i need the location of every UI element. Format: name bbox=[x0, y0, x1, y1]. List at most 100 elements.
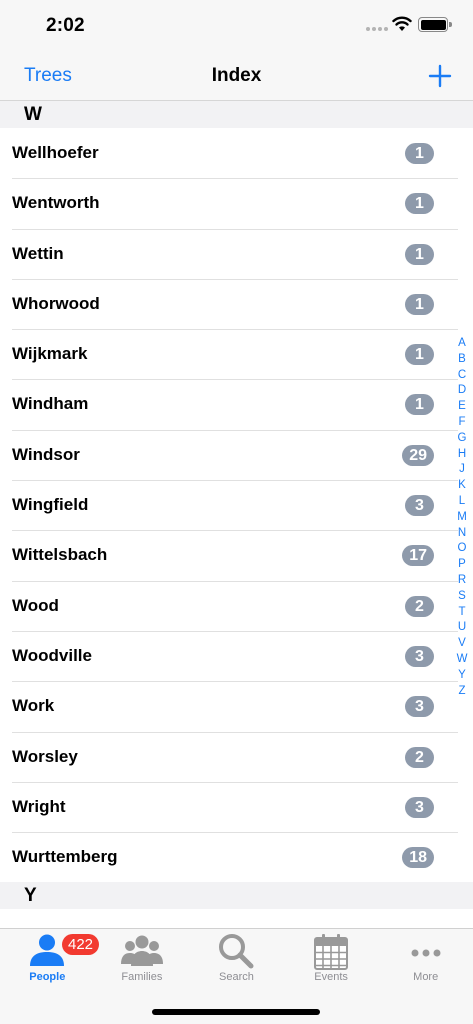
surname-row[interactable]: Whorwood 1 bbox=[0, 278, 473, 329]
tab-people[interactable]: 422 People bbox=[0, 929, 100, 989]
surname-row[interactable]: Wurttemberg 18 bbox=[0, 832, 473, 882]
surname-list[interactable]: W Wellhoefer 1 Wentworth 1 Wettin 1 Whorwood 1 Wi… bbox=[0, 101, 473, 928]
row-separator bbox=[12, 429, 458, 431]
count-badge: 3 bbox=[405, 696, 434, 718]
surname-label: Worsley bbox=[12, 746, 78, 766]
tab-more[interactable]: More bbox=[378, 929, 473, 989]
tab-label: People bbox=[29, 971, 66, 983]
index-letter[interactable]: C bbox=[458, 368, 466, 384]
row-separator bbox=[12, 832, 458, 834]
row-separator bbox=[12, 630, 458, 632]
count-badge: 3 bbox=[405, 796, 434, 818]
row-separator bbox=[12, 178, 458, 180]
surname-label: Whorwood bbox=[12, 293, 100, 313]
count-badge: 3 bbox=[405, 495, 434, 517]
index-letter[interactable]: K bbox=[458, 478, 466, 494]
search-icon bbox=[219, 934, 254, 969]
tab-search[interactable]: Search bbox=[189, 929, 284, 989]
row-separator bbox=[12, 681, 458, 683]
index-letter[interactable]: S bbox=[458, 589, 466, 605]
row-separator bbox=[12, 580, 458, 582]
tab-bar: 422 People Families Search Events More bbox=[0, 928, 473, 1024]
alphabet-index[interactable]: ABCDEFGHJKLMNOPRSTUVWYZ bbox=[454, 336, 470, 699]
index-letter[interactable]: D bbox=[458, 383, 466, 399]
index-letter[interactable]: A bbox=[458, 336, 466, 352]
index-letter[interactable]: T bbox=[458, 605, 465, 621]
tab-label: Search bbox=[219, 971, 254, 983]
surname-row[interactable]: Wijkmark 1 bbox=[0, 329, 473, 379]
surname-row[interactable]: Worsley 2 bbox=[0, 731, 473, 782]
calendar-icon bbox=[314, 934, 349, 970]
index-letter[interactable]: J bbox=[459, 462, 465, 478]
row-separator bbox=[12, 731, 458, 733]
status-time: 2:02 bbox=[46, 15, 85, 36]
surname-row[interactable]: Woodville 3 bbox=[0, 630, 473, 681]
battery-icon bbox=[418, 17, 452, 32]
index-letter[interactable]: F bbox=[458, 415, 465, 431]
index-letter[interactable]: P bbox=[458, 557, 466, 573]
index-letter[interactable]: W bbox=[457, 652, 468, 668]
index-letter[interactable]: G bbox=[458, 431, 467, 447]
more-dots-icon bbox=[411, 949, 441, 957]
count-badge: 29 bbox=[402, 444, 434, 466]
row-separator bbox=[12, 781, 458, 783]
surname-row[interactable]: Wingfield 3 bbox=[0, 480, 473, 530]
index-letter[interactable]: B bbox=[458, 352, 466, 368]
surname-row[interactable]: Wittelsbach 17 bbox=[0, 530, 473, 580]
surname-row[interactable]: Windsor 29 bbox=[0, 429, 473, 480]
page-title: Index bbox=[211, 65, 262, 86]
surname-label: Woodville bbox=[12, 645, 92, 665]
surname-label: Wingfield bbox=[12, 495, 89, 515]
section-header: Y bbox=[0, 882, 473, 910]
surname-label: Work bbox=[12, 696, 55, 716]
index-letter[interactable]: L bbox=[459, 494, 465, 510]
index-letter[interactable]: N bbox=[458, 526, 466, 542]
surname-row[interactable]: Wentworth 1 bbox=[0, 178, 473, 228]
index-letter[interactable]: Y bbox=[458, 668, 466, 684]
surname-row[interactable]: Wettin 1 bbox=[0, 228, 473, 279]
surname-label: Wettin bbox=[12, 243, 64, 263]
tab-label: Families bbox=[121, 971, 163, 983]
row-separator bbox=[12, 329, 458, 331]
count-badge: 1 bbox=[405, 193, 434, 215]
count-badge: 2 bbox=[405, 595, 434, 617]
index-letter[interactable]: H bbox=[458, 447, 466, 463]
row-separator bbox=[12, 278, 458, 280]
row-separator bbox=[12, 379, 458, 381]
count-badge: 18 bbox=[402, 847, 434, 869]
count-badge: 3 bbox=[405, 645, 434, 667]
surname-label: Wentworth bbox=[12, 193, 100, 213]
index-letter[interactable]: E bbox=[458, 399, 466, 415]
index-letter[interactable]: V bbox=[458, 636, 466, 652]
index-letter[interactable]: M bbox=[457, 510, 467, 526]
person-icon bbox=[30, 934, 65, 966]
index-letter[interactable]: Z bbox=[458, 684, 465, 700]
tab-label: More bbox=[413, 971, 439, 983]
surname-row[interactable]: Yardarch1 bbox=[0, 909, 473, 928]
navigation-bar: Trees Index bbox=[0, 52, 473, 101]
surname-label: Wellhoefer bbox=[12, 143, 99, 162]
row-separator bbox=[12, 228, 458, 230]
count-badge: 1 bbox=[405, 143, 434, 164]
surname-row[interactable]: Wright 3 bbox=[0, 781, 473, 832]
index-letter[interactable]: U bbox=[458, 620, 466, 636]
tab-label: Events bbox=[314, 971, 348, 983]
surname-row[interactable]: Wood 2 bbox=[0, 580, 473, 631]
surname-label: Wright bbox=[12, 796, 66, 816]
surname-label: Wittelsbach bbox=[12, 545, 108, 565]
people-group-icon bbox=[120, 935, 163, 966]
wifi-icon bbox=[392, 16, 412, 31]
home-indicator bbox=[152, 1009, 320, 1015]
surname-label: Wood bbox=[12, 595, 59, 615]
surname-row[interactable]: Wellhoefer 1 bbox=[0, 128, 473, 178]
surname-row[interactable]: Work 3 bbox=[0, 681, 473, 731]
surname-row[interactable]: Windham 1 bbox=[0, 379, 473, 429]
count-badge: 2 bbox=[405, 746, 434, 768]
tab-events[interactable]: Events bbox=[284, 929, 379, 989]
add-icon[interactable] bbox=[428, 64, 452, 88]
status-bar: 2:02 bbox=[0, 0, 473, 52]
count-badge: 1 bbox=[405, 293, 434, 315]
tab-families[interactable]: Families bbox=[95, 929, 190, 989]
index-letter[interactable]: O bbox=[458, 541, 467, 557]
index-letter[interactable]: R bbox=[458, 573, 466, 589]
